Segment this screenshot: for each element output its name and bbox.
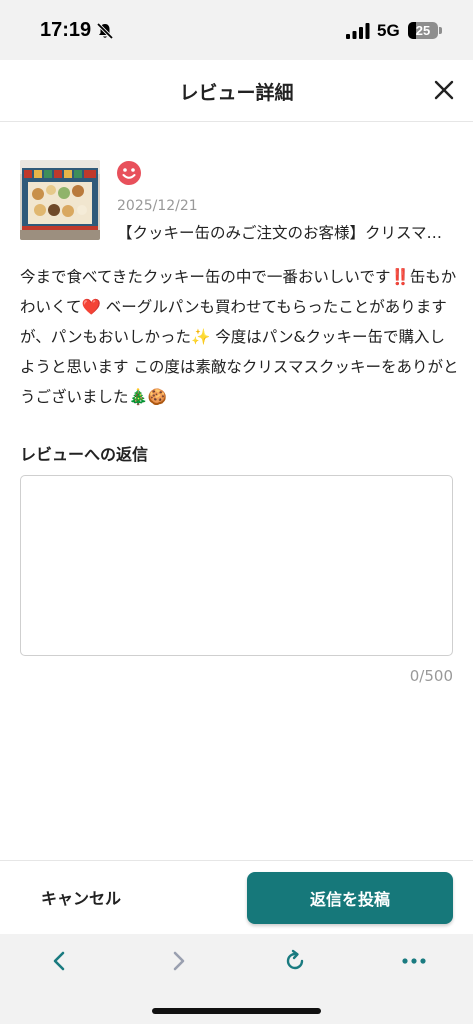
back-icon[interactable] [45, 946, 75, 976]
modal-header: レビュー詳細 [0, 60, 473, 122]
bell-off-icon [96, 22, 114, 40]
post-reply-button[interactable]: 返信を投稿 [247, 872, 453, 924]
forward-icon[interactable] [163, 946, 193, 976]
status-time: 17:19 [40, 19, 92, 41]
smiley-icon [117, 161, 141, 185]
battery-level: 25 [415, 23, 431, 38]
product-thumbnail [20, 160, 100, 240]
battery-indicator: 25 [408, 22, 438, 39]
reload-icon[interactable] [280, 946, 310, 976]
battery-cap [439, 27, 442, 34]
review-date: 2025/12/21 [117, 198, 198, 214]
cancel-button[interactable]: キャンセル [20, 871, 142, 923]
close-icon[interactable] [430, 76, 458, 104]
review-detail-screen: 17:19 5G 25 レビュー詳細 2025/12/21 【クッキー缶のみご注… [0, 0, 473, 1024]
reply-textarea[interactable] [20, 475, 453, 656]
more-icon[interactable] [399, 946, 429, 976]
character-counter: 0/500 [409, 667, 453, 685]
status-bar: 17:19 5G 25 [0, 0, 473, 60]
page-title: レビュー詳細 [179, 82, 294, 104]
product-name: 【クッキー缶のみご注文のお客様】クリスマスクッキー缶 [117, 224, 457, 242]
home-indicator [152, 1008, 321, 1014]
network-type: 5G [377, 21, 400, 40]
reply-section-label: レビューへの返信 [20, 445, 149, 464]
review-body: 今まで食べてきたクッキー缶の中で一番おいしいです‼️缶もかわいくて❤️ ベーグル… [20, 268, 459, 406]
action-bar: キャンセル 返信を投稿 [0, 860, 473, 934]
signal-icon [346, 23, 370, 39]
